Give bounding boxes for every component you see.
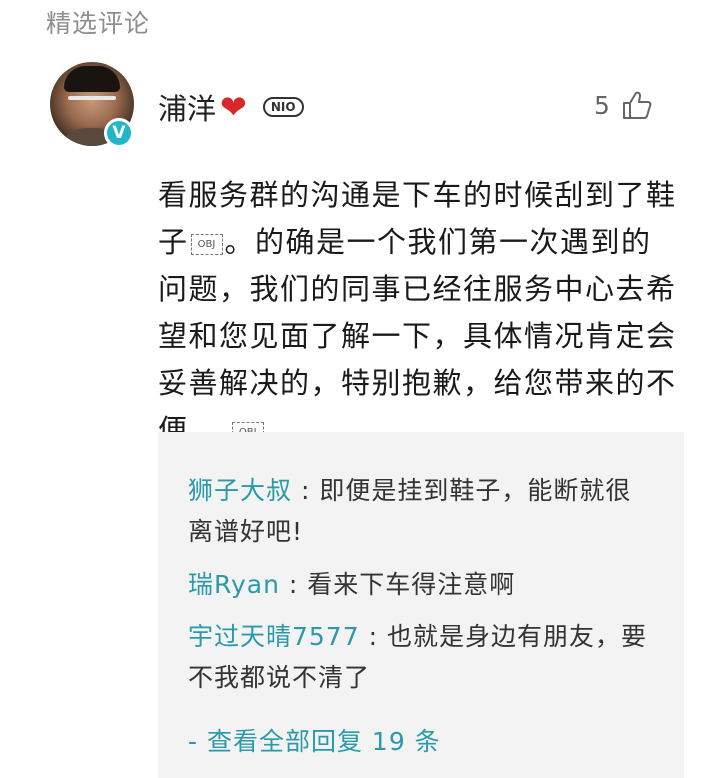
like-button[interactable]: 5: [594, 90, 652, 120]
object-placeholder-icon: OBJ: [190, 233, 223, 255]
heart-icon: ❤: [220, 88, 247, 126]
avatar-glasses: [68, 96, 116, 100]
comment-text-part2: 。的确是一个我们第一次遇到的问题，我们的同事已经往服务中心去希望和您见面了解一下…: [158, 225, 677, 447]
reply-separator: :: [359, 622, 387, 651]
reply-separator: :: [279, 570, 308, 599]
like-count: 5: [594, 90, 610, 120]
reply-item[interactable]: 宇过天晴7577 : 也就是身边有朋友，要不我都说不清了: [188, 616, 654, 698]
comment-author-name[interactable]: 浦洋: [158, 86, 216, 128]
reply-author[interactable]: 宇过天晴7577: [188, 622, 360, 651]
thumbs-up-icon: [622, 91, 652, 119]
reply-item[interactable]: 狮子大叔 : 即便是挂到鞋子，能断就很离谱好吧!: [188, 470, 654, 552]
reply-item[interactable]: 瑞Ryan : 看来下车得注意啊: [188, 564, 654, 605]
comment-author-row: 浦洋 ❤ NIO: [158, 86, 304, 128]
nio-badge: NIO: [262, 97, 304, 117]
reply-text: 看来下车得注意啊: [307, 570, 516, 599]
comment-body: 看服务群的沟通是下车的时候刮到了鞋子 OBJ 。的确是一个我们第一次遇到的问题，我们…: [158, 172, 678, 454]
reply-author[interactable]: 瑞Ryan: [188, 570, 280, 599]
avatar-hair: [64, 66, 120, 92]
reply-separator: :: [292, 476, 320, 505]
verified-badge-icon: V: [104, 118, 134, 148]
reply-author[interactable]: 狮子大叔: [188, 476, 292, 505]
replies-panel: 狮子大叔 : 即便是挂到鞋子，能断就很离谱好吧! 瑞Ryan : 看来下车得注意…: [158, 432, 684, 778]
section-title: 精选评论: [46, 9, 151, 38]
view-all-replies-link[interactable]: - 查看全部回复 19 条: [188, 722, 441, 758]
